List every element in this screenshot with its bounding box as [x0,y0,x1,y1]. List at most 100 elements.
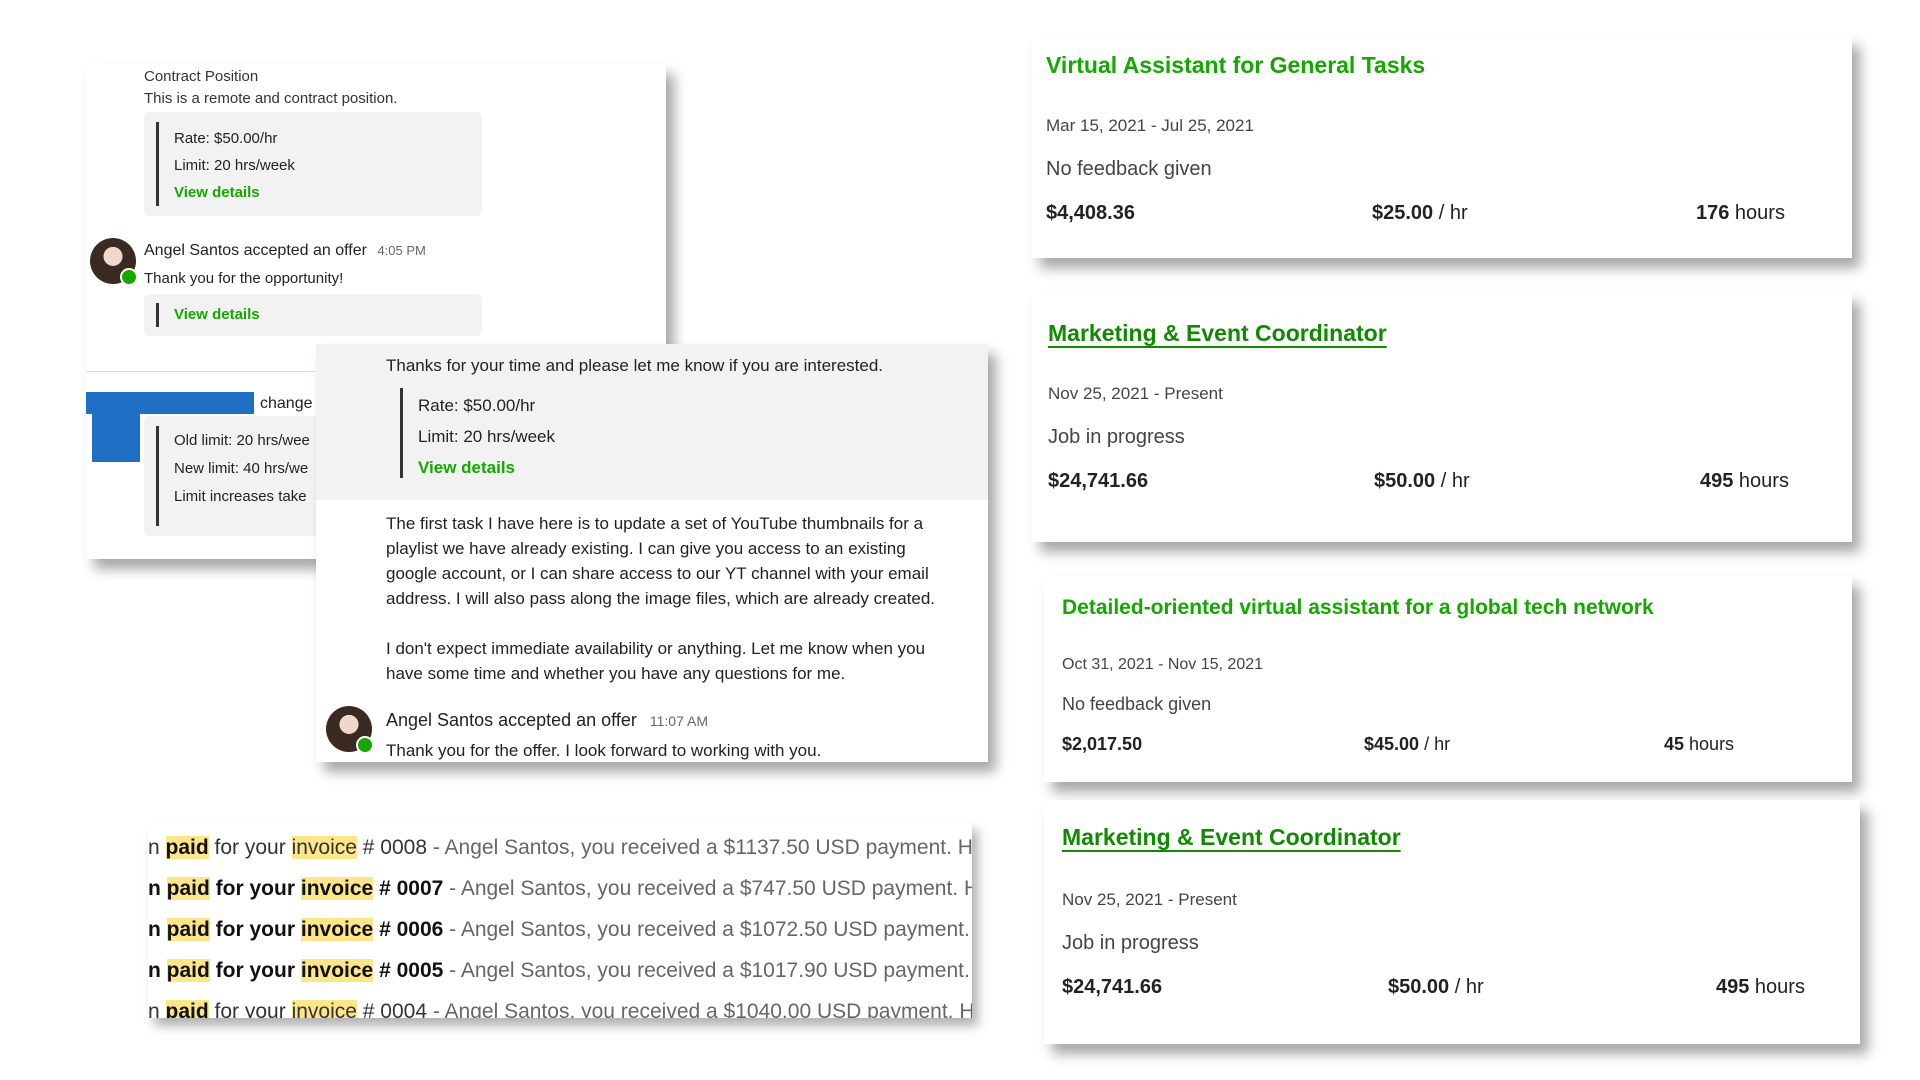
view-details-link[interactable]: View details [174,306,260,323]
job-rate: $45.00 / hr [1364,734,1450,755]
avatar [90,238,138,286]
contract-subtitle: This is a remote and contract position. [144,90,398,107]
job-hours-unit: hours [1729,202,1785,224]
job-earned: $4,408.36 [1046,202,1135,224]
job-title[interactable]: Detailed-oriented virtual assistant for … [1062,596,1654,620]
intro-message: Thanks for your time and please let me k… [386,356,884,375]
job-rate: $50.00 / hr [1374,470,1470,493]
row-snippet-text: - Angel Santos, you received a $1137.50 … [427,836,972,859]
message-body: The first task I have here is to update … [316,500,988,762]
row-mid-text: for your [208,836,292,859]
row-prefix-text: n [148,836,166,859]
limit-increase-text: Limit increases take [174,488,307,505]
accepted-message: Thank you for the opportunity! [144,270,344,287]
invoice-keyword: invoice [300,959,374,982]
paid-keyword: paid [166,877,210,900]
offer-terms-box: Rate: $50.00/hr Limit: 20 hrs/week View … [144,112,482,216]
paid-keyword: paid [166,959,210,982]
row-snippet-text: - Angel Santos, you received a $1017.90 … [443,959,972,982]
job-status: No feedback given [1046,158,1212,180]
job-earned: $24,741.66 [1048,470,1149,492]
invoice-keyword: invoice [291,836,357,859]
message-line: have some time and whether you have any … [386,664,846,683]
job-hours-unit: hours [1684,734,1735,754]
old-limit-text: Old limit: 20 hrs/wee [174,432,310,449]
job-earned: $2,017.50 [1062,734,1143,754]
redaction-block [86,392,254,414]
job-rate-unit: / hr [1433,202,1468,224]
job-title[interactable]: Marketing & Event Coordinator [1048,320,1387,347]
job-rate-value: $50.00 [1388,976,1450,998]
accepted-offer-name: Angel Santos accepted an offer 11:07 AM [386,710,708,731]
invoice-email-row[interactable]: n paid for your invoice # 0007 - Angel S… [148,877,972,901]
row-prefix-text: n [148,959,167,982]
job-hours-value: 495 [1716,976,1750,998]
job-hours-value: 176 [1696,202,1730,224]
job-status: No feedback given [1062,694,1212,714]
invoice-keyword: invoice [291,1000,357,1018]
row-snippet-text: - Angel Santos, you received a $1072.50 … [443,918,972,941]
job-hours: 45 hours [1664,734,1734,755]
quote-bar [156,426,159,526]
job-title[interactable]: Marketing & Event Coordinator [1062,824,1401,851]
job-hours-unit: hours [1749,976,1805,998]
invoice-number: # 0006 [373,918,444,941]
job-rate-value: $50.00 [1374,470,1436,492]
invoice-number: # 0004 [356,1000,428,1018]
row-prefix-text: n [148,877,167,900]
limit-change-box: Old limit: 20 hrs/wee New limit: 40 hrs/… [144,416,344,536]
row-mid-text: for your [209,959,301,982]
view-details-box: View details [144,294,482,336]
job-rate-value: $25.00 [1372,202,1434,224]
invoice-keyword: invoice [300,877,374,900]
invoice-email-row[interactable]: n paid for your invoice # 0004 - Angel S… [148,1000,972,1018]
limit-text: Limit: 20 hrs/week [418,427,555,446]
invoice-email-row[interactable]: n paid for your invoice # 0006 - Angel S… [148,918,972,942]
accepted-offer-text: Angel Santos accepted an offer [144,242,367,259]
avatar [326,706,374,754]
new-limit-text: New limit: 40 hrs/we [174,460,309,477]
message-line: The first task I have here is to update … [386,514,924,533]
job-rate-unit: / hr [1449,976,1484,998]
invoice-number: # 0005 [373,959,444,982]
job-hours-value: 495 [1700,470,1734,492]
job-card[interactable]: Detailed-oriented virtual assistant for … [1044,576,1852,782]
job-dates: Nov 25, 2021 - Present [1062,890,1237,909]
limit-text: Limit: 20 hrs/week [174,157,295,174]
job-rate-unit: / hr [1435,470,1470,492]
job-card[interactable]: Virtual Assistant for General Tasks Mar … [1032,36,1852,258]
row-snippet-text: - Angel Santos, you received a $747.50 U… [443,877,972,900]
change-label: change [260,395,313,412]
job-card[interactable]: Marketing & Event Coordinator Nov 25, 20… [1044,800,1860,1044]
paid-keyword: paid [166,918,210,941]
job-hours: 495 hours [1700,470,1789,493]
job-status: Job in progress [1048,426,1185,448]
accepted-message: Thank you for the offer. I look forward … [386,741,822,760]
invoice-email-row[interactable]: n paid for your invoice # 0005 - Angel S… [148,959,972,983]
job-card[interactable]: Marketing & Event Coordinator Nov 25, 20… [1032,292,1852,542]
view-details-link[interactable]: View details [418,458,515,478]
paid-keyword: paid [165,836,209,859]
job-status: Job in progress [1062,932,1199,954]
row-prefix-text: n [148,1000,166,1018]
row-mid-text: for your [208,1000,292,1018]
job-hours: 176 hours [1696,202,1785,225]
invoice-email-row[interactable]: n paid for your invoice # 0008 - Angel S… [148,836,972,860]
online-status-dot [120,268,138,286]
message-time: 4:05 PM [377,243,426,258]
rate-text: Rate: $50.00/hr [174,130,278,147]
job-dates: Oct 31, 2021 - Nov 15, 2021 [1062,656,1264,673]
invoice-keyword: invoice [300,918,374,941]
job-rate: $50.00 / hr [1388,976,1484,999]
job-hours-value: 45 [1664,734,1685,754]
job-title[interactable]: Virtual Assistant for General Tasks [1046,52,1425,79]
row-mid-text: for your [209,918,301,941]
job-hours-unit: hours [1733,470,1789,492]
invoice-email-list: n paid for your invoice # 0008 - Angel S… [148,822,972,1018]
rate-text: Rate: $50.00/hr [418,396,536,415]
accepted-offer-text: Angel Santos accepted an offer [386,710,637,730]
message-line: address. I will also pass along the imag… [386,589,936,608]
invoice-number: # 0007 [373,877,444,900]
view-details-link[interactable]: View details [174,184,260,201]
message-time: 11:07 AM [649,713,708,729]
